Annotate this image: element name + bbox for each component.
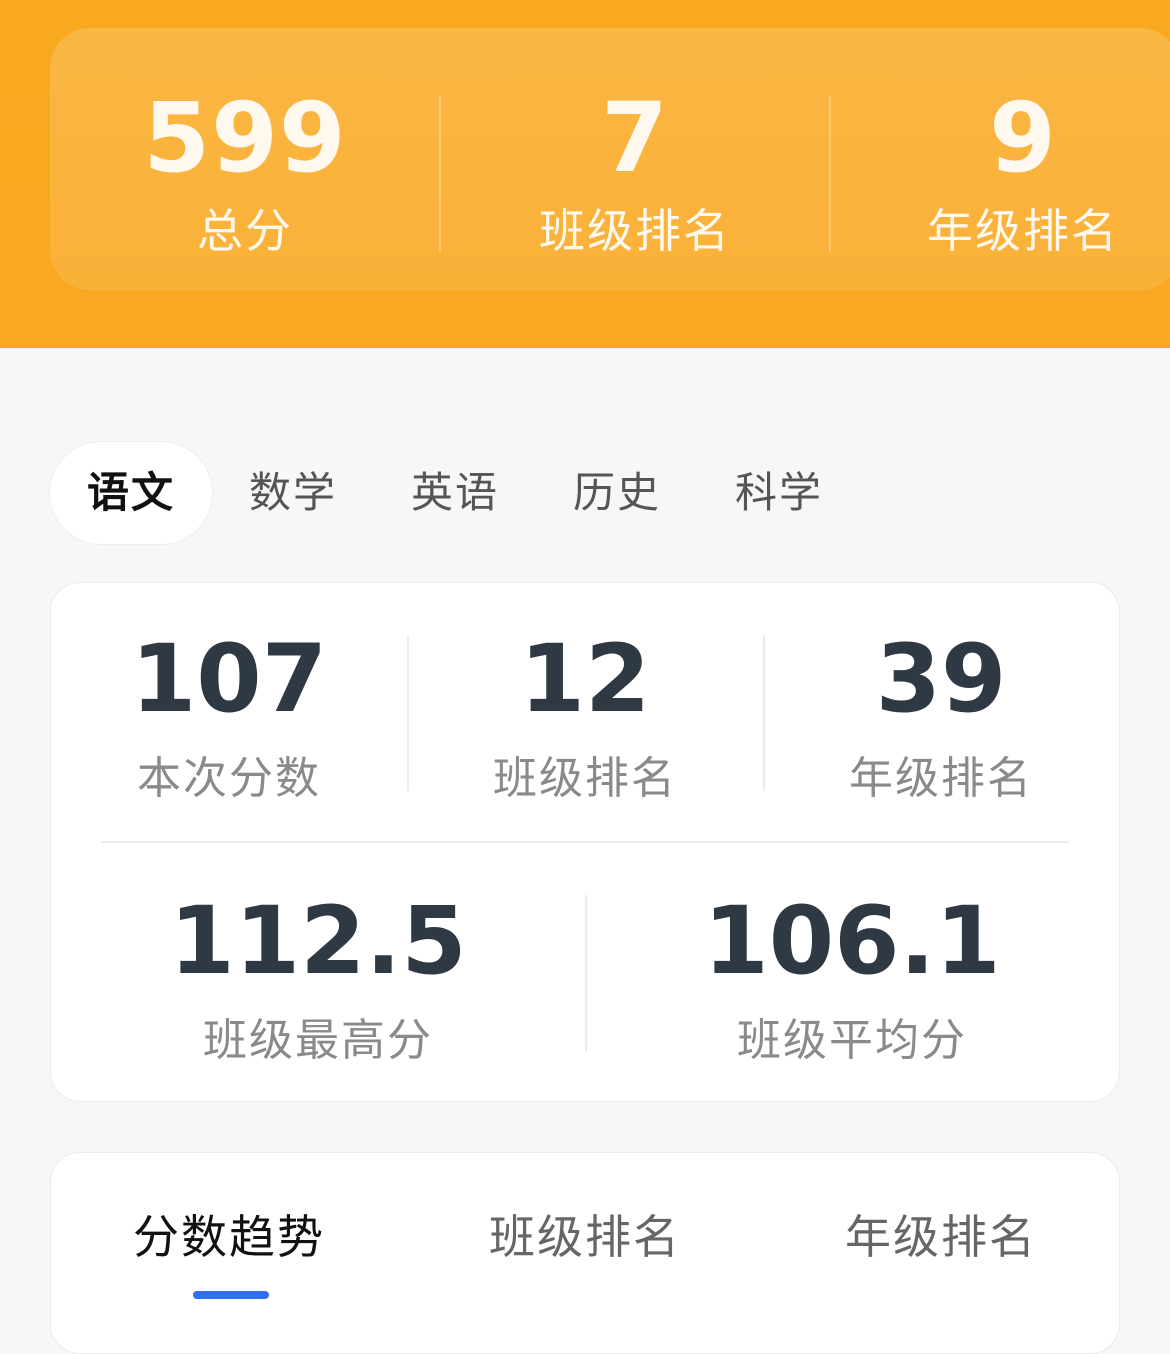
class-rank-stat: 7 班级排名 xyxy=(440,28,830,290)
class-avg-label: 班级平均分 xyxy=(737,1015,967,1066)
total-score-label: 总分 xyxy=(197,204,293,258)
subject-tabs: 语文 数学 英语 历史 科学 xyxy=(50,442,1120,546)
subject-grade-rank-stat: 39 年级排名 xyxy=(763,583,1119,841)
subject-score-label: 本次分数 xyxy=(137,753,321,804)
class-avg-stat: 106.1 班级平均分 xyxy=(585,843,1119,1101)
class-max-value: 112.5 xyxy=(169,887,467,996)
trend-card: 分数趋势 班级排名 年级排名 xyxy=(50,1152,1120,1354)
subject-grade-rank-label: 年级排名 xyxy=(849,753,1033,804)
grade-rank-label: 年级排名 xyxy=(927,204,1119,258)
class-rank-value: 7 xyxy=(601,82,669,194)
tab-history[interactable]: 历史 xyxy=(536,442,698,544)
class-avg-value: 106.1 xyxy=(703,887,1001,996)
subject-score-stat: 107 本次分数 xyxy=(51,583,407,841)
tab-class-rank-trend[interactable]: 班级排名 xyxy=(407,1201,763,1267)
total-score-value: 599 xyxy=(143,82,347,194)
tab-grade-rank-trend[interactable]: 年级排名 xyxy=(763,1201,1119,1267)
tab-score-trend[interactable]: 分数趋势 xyxy=(51,1201,407,1267)
class-max-stat: 112.5 班级最高分 xyxy=(51,843,585,1101)
total-score-stat: 599 总分 xyxy=(50,28,440,290)
class-rank-label: 班级排名 xyxy=(539,204,731,258)
subject-stats-card: 107 本次分数 12 班级排名 39 年级排名 112.5 班级最高分 106… xyxy=(50,582,1120,1102)
grade-rank-stat: 9 年级排名 xyxy=(830,28,1170,290)
summary-card: 599 总分 7 班级排名 9 年级排名 xyxy=(50,28,1170,290)
subject-class-rank-label: 班级排名 xyxy=(493,753,677,804)
tab-chinese[interactable]: 语文 xyxy=(50,442,212,544)
grade-rank-value: 9 xyxy=(989,82,1057,194)
subject-class-rank-value: 12 xyxy=(519,625,651,734)
active-tab-indicator xyxy=(193,1291,269,1299)
tab-english[interactable]: 英语 xyxy=(374,442,536,544)
summary-header: 599 总分 7 班级排名 9 年级排名 xyxy=(0,0,1170,348)
tab-science[interactable]: 科学 xyxy=(698,442,860,544)
subject-class-rank-stat: 12 班级排名 xyxy=(407,583,763,841)
subject-score-value: 107 xyxy=(130,625,328,734)
subject-grade-rank-value: 39 xyxy=(875,625,1007,734)
tab-math[interactable]: 数学 xyxy=(212,442,374,544)
class-max-label: 班级最高分 xyxy=(203,1015,433,1066)
